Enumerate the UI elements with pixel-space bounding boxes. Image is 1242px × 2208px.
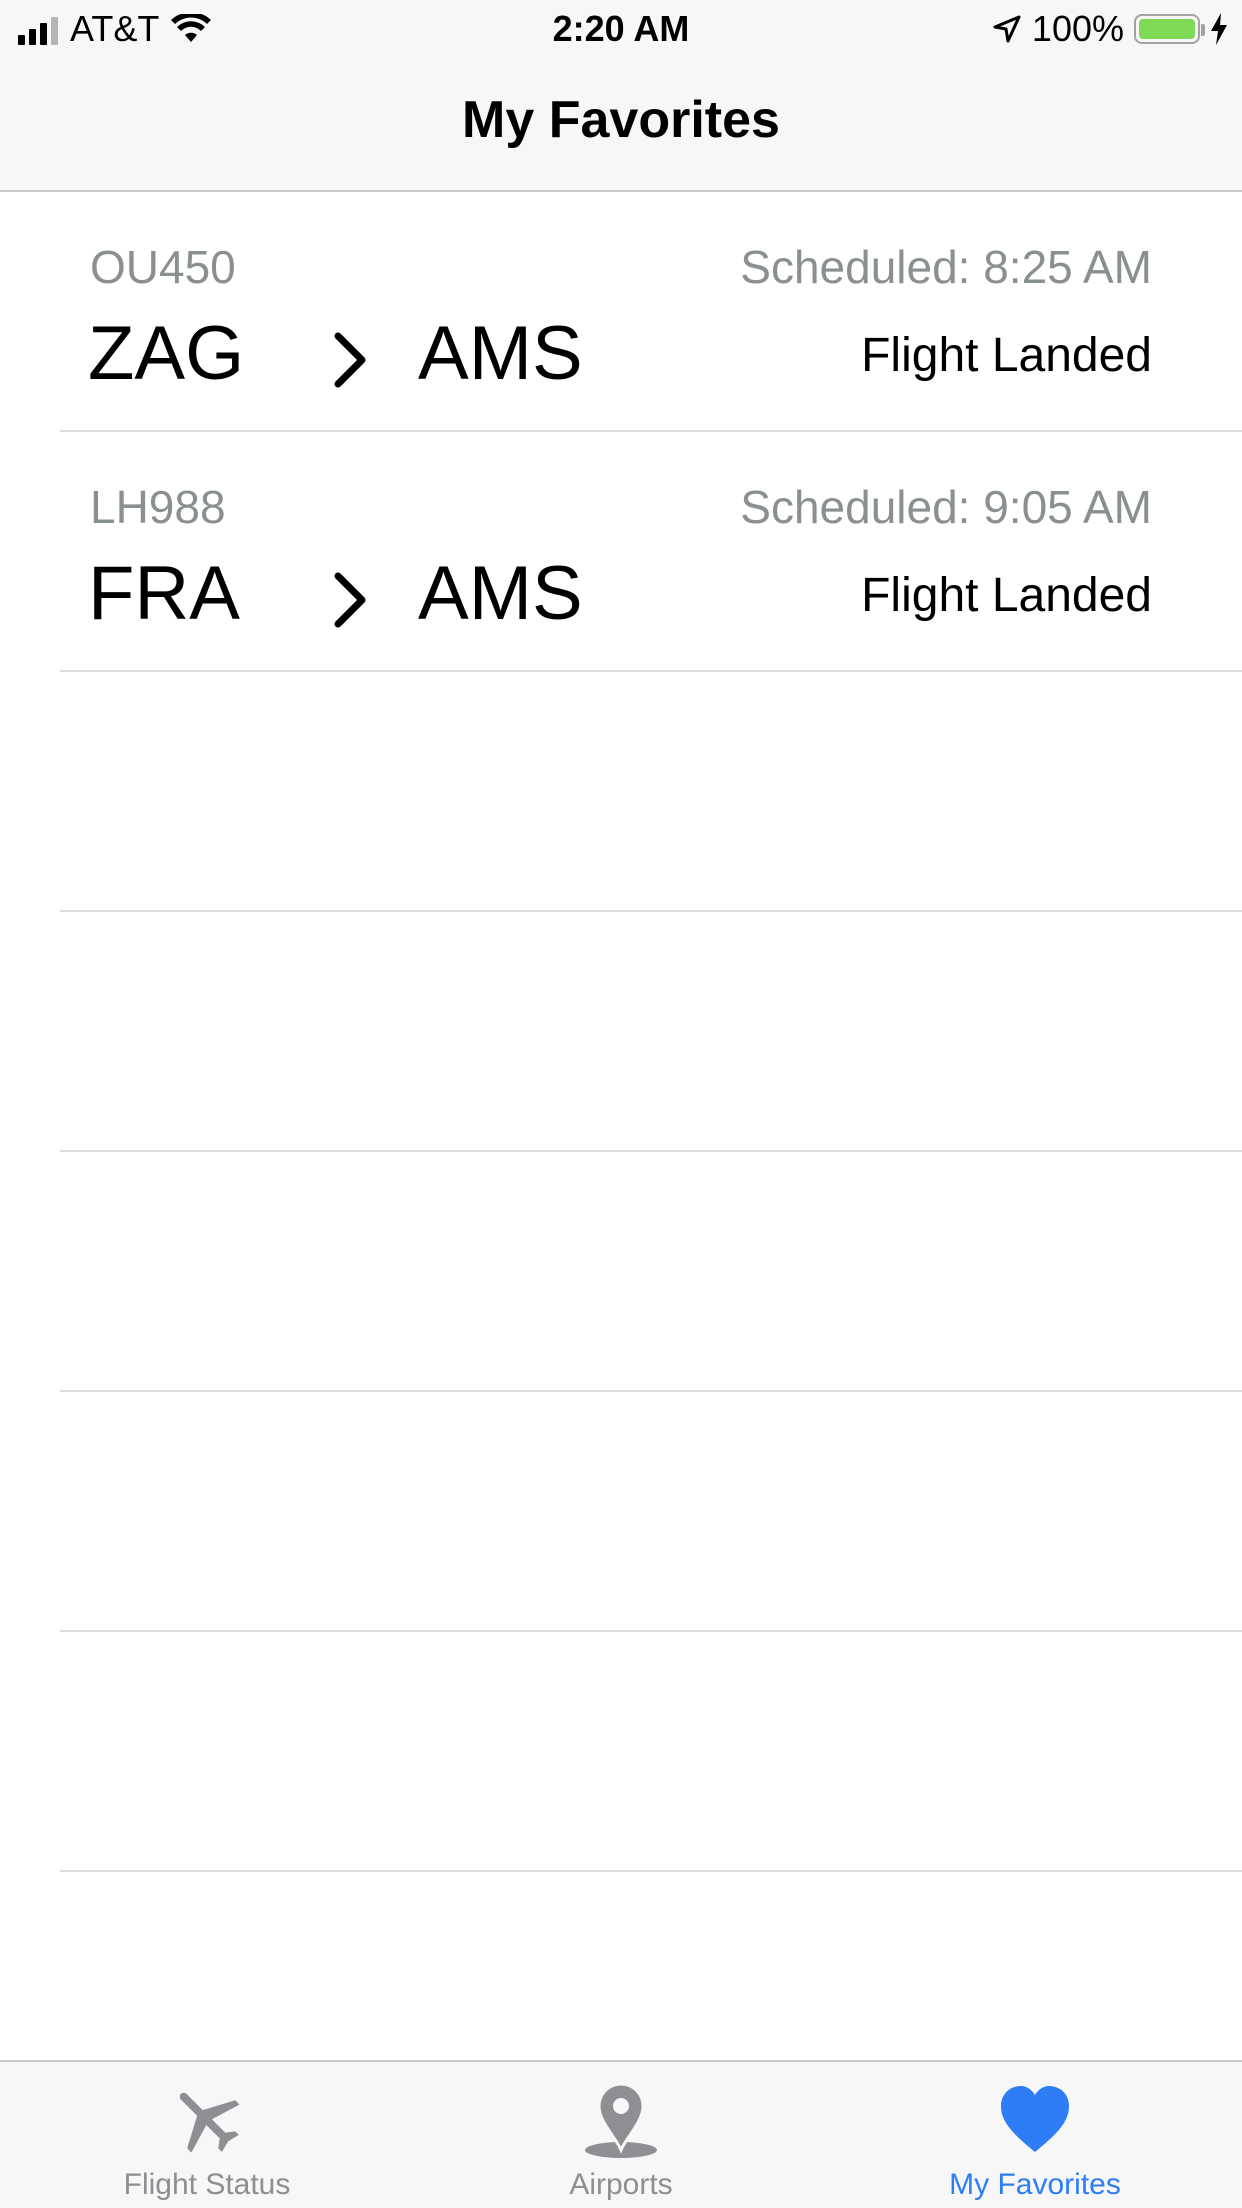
flight-number: OU450 <box>90 241 236 293</box>
tab-bar: Flight Status Airports My Favorites <box>0 2060 1242 2208</box>
destination-airport: AMS <box>418 311 583 396</box>
screen: AT&T 2:20 AM 100% My Favorites OU450 Sch… <box>0 0 1242 2208</box>
tab-label: Airports <box>569 2168 673 2201</box>
origin-airport: FRA <box>88 551 240 636</box>
tab-flight-status[interactable]: Flight Status <box>0 2062 414 2208</box>
status-bar: AT&T 2:20 AM 100% <box>0 0 1242 60</box>
flight-number: LH988 <box>90 481 226 533</box>
tab-label: My Favorites <box>949 2168 1121 2201</box>
route-chevron-icon <box>334 572 366 628</box>
origin-airport: ZAG <box>88 311 245 396</box>
destination-airport: AMS <box>418 551 583 636</box>
location-arrow-icon <box>993 15 1021 43</box>
battery-fill <box>1139 19 1195 39</box>
flight-status: Flight Landed <box>861 329 1152 382</box>
navigation-bar: My Favorites <box>0 60 1242 192</box>
empty-row <box>60 912 1242 1152</box>
battery-icon <box>1134 14 1205 44</box>
charging-bolt-icon <box>1211 13 1227 45</box>
scheduled-time: Scheduled: 9:05 AM <box>740 481 1152 533</box>
tab-label: Flight Status <box>123 2168 291 2201</box>
location-pin-icon <box>585 2082 657 2158</box>
heart-icon <box>1001 2086 1069 2152</box>
empty-row <box>60 672 1242 912</box>
scheduled-time: Scheduled: 8:25 AM <box>740 241 1152 293</box>
empty-row <box>60 1392 1242 1632</box>
empty-row <box>60 1632 1242 1872</box>
favorite-flight-row[interactable]: OU450 Scheduled: 8:25 AM ZAG AMS Flight … <box>60 192 1242 432</box>
favorite-flight-row[interactable]: LH988 Scheduled: 9:05 AM FRA AMS Flight … <box>60 432 1242 672</box>
status-right: 100% <box>992 8 1228 50</box>
route-chevron-icon <box>334 332 366 388</box>
tab-my-favorites[interactable]: My Favorites <box>828 2062 1242 2208</box>
tab-airports[interactable]: Airports <box>414 2062 828 2208</box>
airplane-icon <box>179 2092 240 2153</box>
flight-status: Flight Landed <box>861 569 1152 622</box>
empty-row <box>60 1152 1242 1392</box>
battery-percent: 100% <box>1031 8 1124 49</box>
favorites-list: OU450 Scheduled: 8:25 AM ZAG AMS Flight … <box>0 192 1242 1872</box>
page-title: My Favorites <box>462 91 780 149</box>
